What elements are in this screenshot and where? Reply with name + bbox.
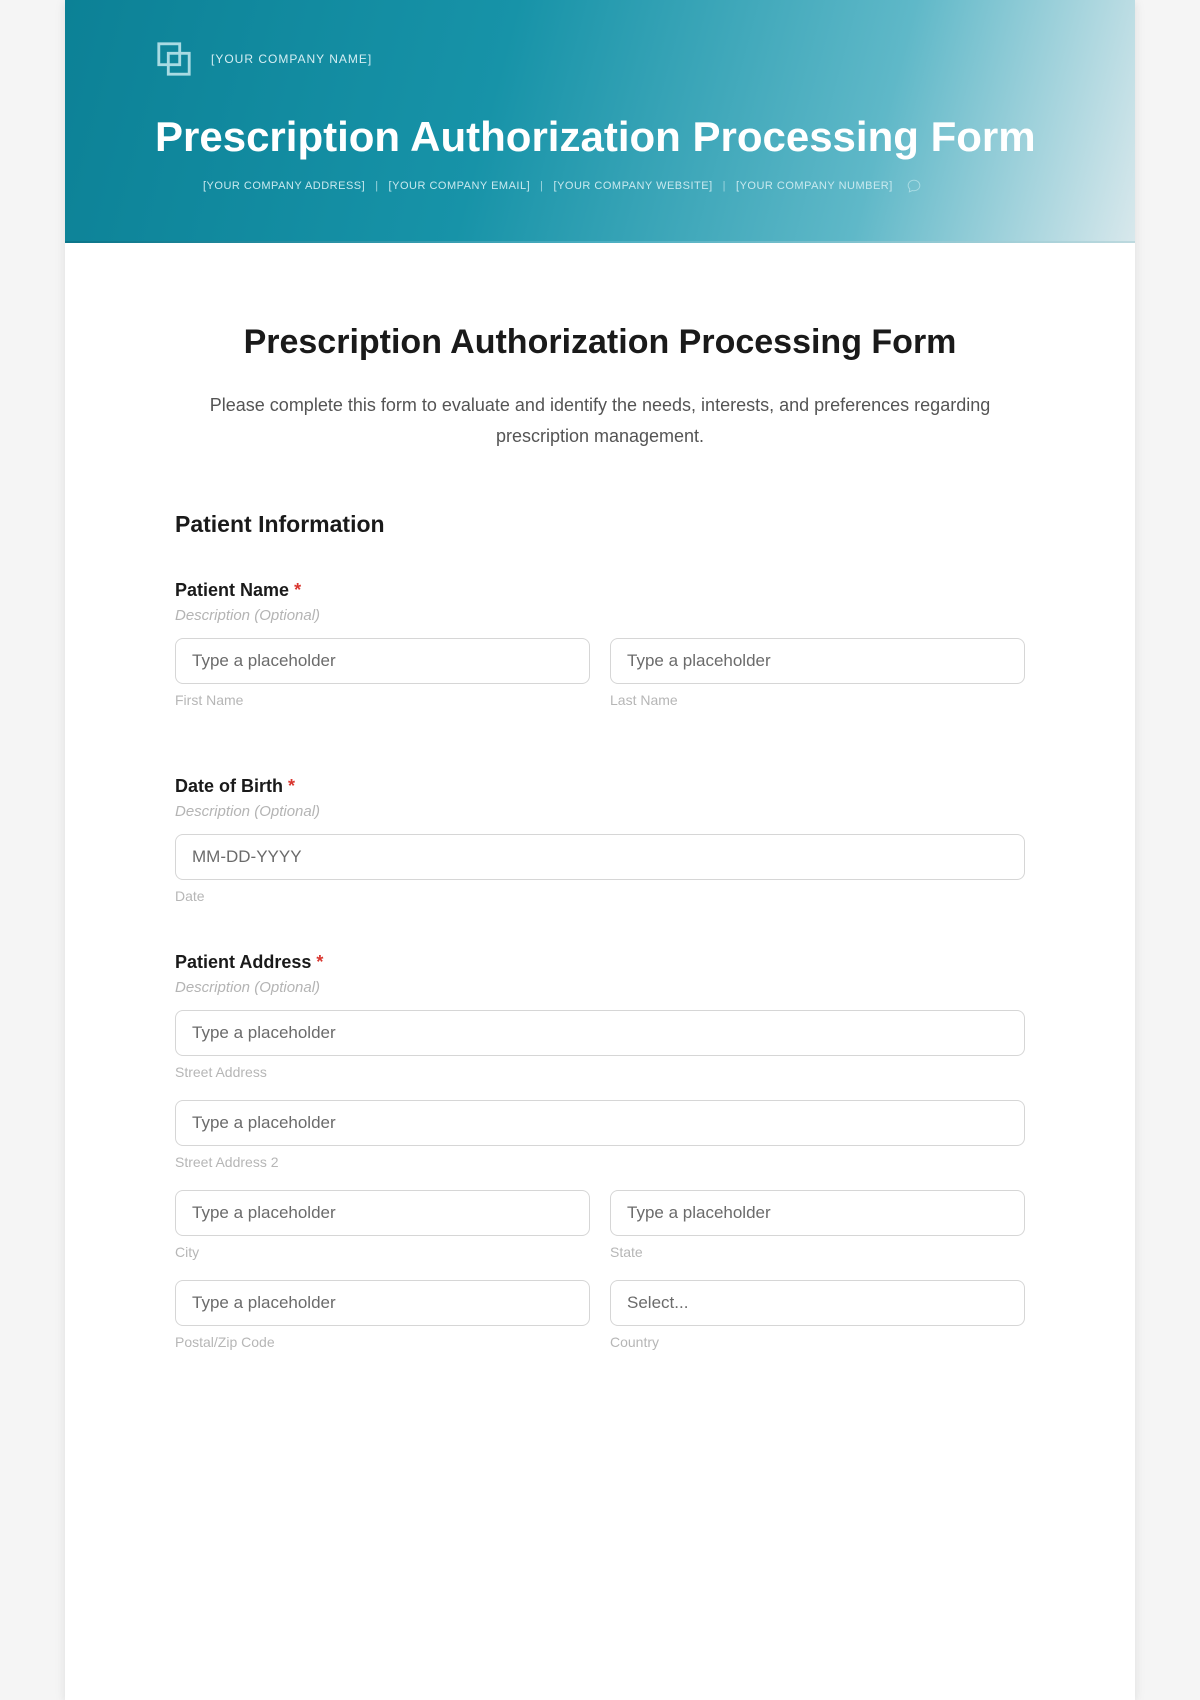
first-name-input[interactable] (175, 638, 590, 684)
field-patient-name: Patient Name * Description (Optional) Fi… (175, 580, 1025, 728)
chat-icon (907, 179, 921, 193)
field-address: Patient Address * Description (Optional)… (175, 952, 1025, 1370)
header-title: Prescription Authorization Processing Fo… (155, 113, 1045, 161)
section-patient-info: Patient Information (175, 511, 1025, 538)
street-address-sublabel: Street Address (175, 1064, 1025, 1080)
company-address: [YOUR COMPANY ADDRESS] (203, 180, 365, 192)
page-title: Prescription Authorization Processing Fo… (175, 323, 1025, 362)
dob-input[interactable] (175, 834, 1025, 880)
separator: | (540, 180, 543, 192)
company-number: [YOUR COMPANY NUMBER] (736, 180, 893, 192)
header-meta: [YOUR COMPANY ADDRESS] | [YOUR COMPANY E… (203, 179, 1045, 193)
last-name-input[interactable] (610, 638, 1025, 684)
patient-name-label: Patient Name * (175, 580, 1025, 601)
required-marker: * (294, 580, 301, 600)
form-intro: Please complete this form to evaluate an… (175, 390, 1025, 451)
city-input[interactable] (175, 1190, 590, 1236)
patient-name-desc: Description (Optional) (175, 607, 1025, 624)
company-website: [YOUR COMPANY WEBSITE] (554, 180, 713, 192)
dob-label: Date of Birth * (175, 776, 1025, 797)
city-sublabel: City (175, 1244, 590, 1260)
address-desc: Description (Optional) (175, 979, 1025, 996)
address-label: Patient Address * (175, 952, 1025, 973)
label-text: Patient Address (175, 952, 311, 972)
separator: | (375, 180, 378, 192)
first-name-sublabel: First Name (175, 692, 590, 708)
label-text: Patient Name (175, 580, 289, 600)
company-email: [YOUR COMPANY EMAIL] (389, 180, 531, 192)
street-address-2-sublabel: Street Address 2 (175, 1154, 1025, 1170)
company-logo-icon (155, 40, 193, 78)
company-name: [YOUR COMPANY NAME] (211, 52, 372, 66)
field-dob: Date of Birth * Description (Optional) D… (175, 776, 1025, 904)
dob-sublabel: Date (175, 888, 1025, 904)
state-input[interactable] (610, 1190, 1025, 1236)
postal-code-input[interactable] (175, 1280, 590, 1326)
required-marker: * (288, 776, 295, 796)
country-sublabel: Country (610, 1334, 1025, 1350)
label-text: Date of Birth (175, 776, 283, 796)
postal-sublabel: Postal/Zip Code (175, 1334, 590, 1350)
separator: | (723, 180, 726, 192)
state-sublabel: State (610, 1244, 1025, 1260)
last-name-sublabel: Last Name (610, 692, 1025, 708)
dob-desc: Description (Optional) (175, 803, 1025, 820)
street-address-2-input[interactable] (175, 1100, 1025, 1146)
country-select[interactable] (610, 1280, 1025, 1326)
required-marker: * (316, 952, 323, 972)
form-header: [YOUR COMPANY NAME] Prescription Authori… (65, 0, 1135, 243)
street-address-input[interactable] (175, 1010, 1025, 1056)
